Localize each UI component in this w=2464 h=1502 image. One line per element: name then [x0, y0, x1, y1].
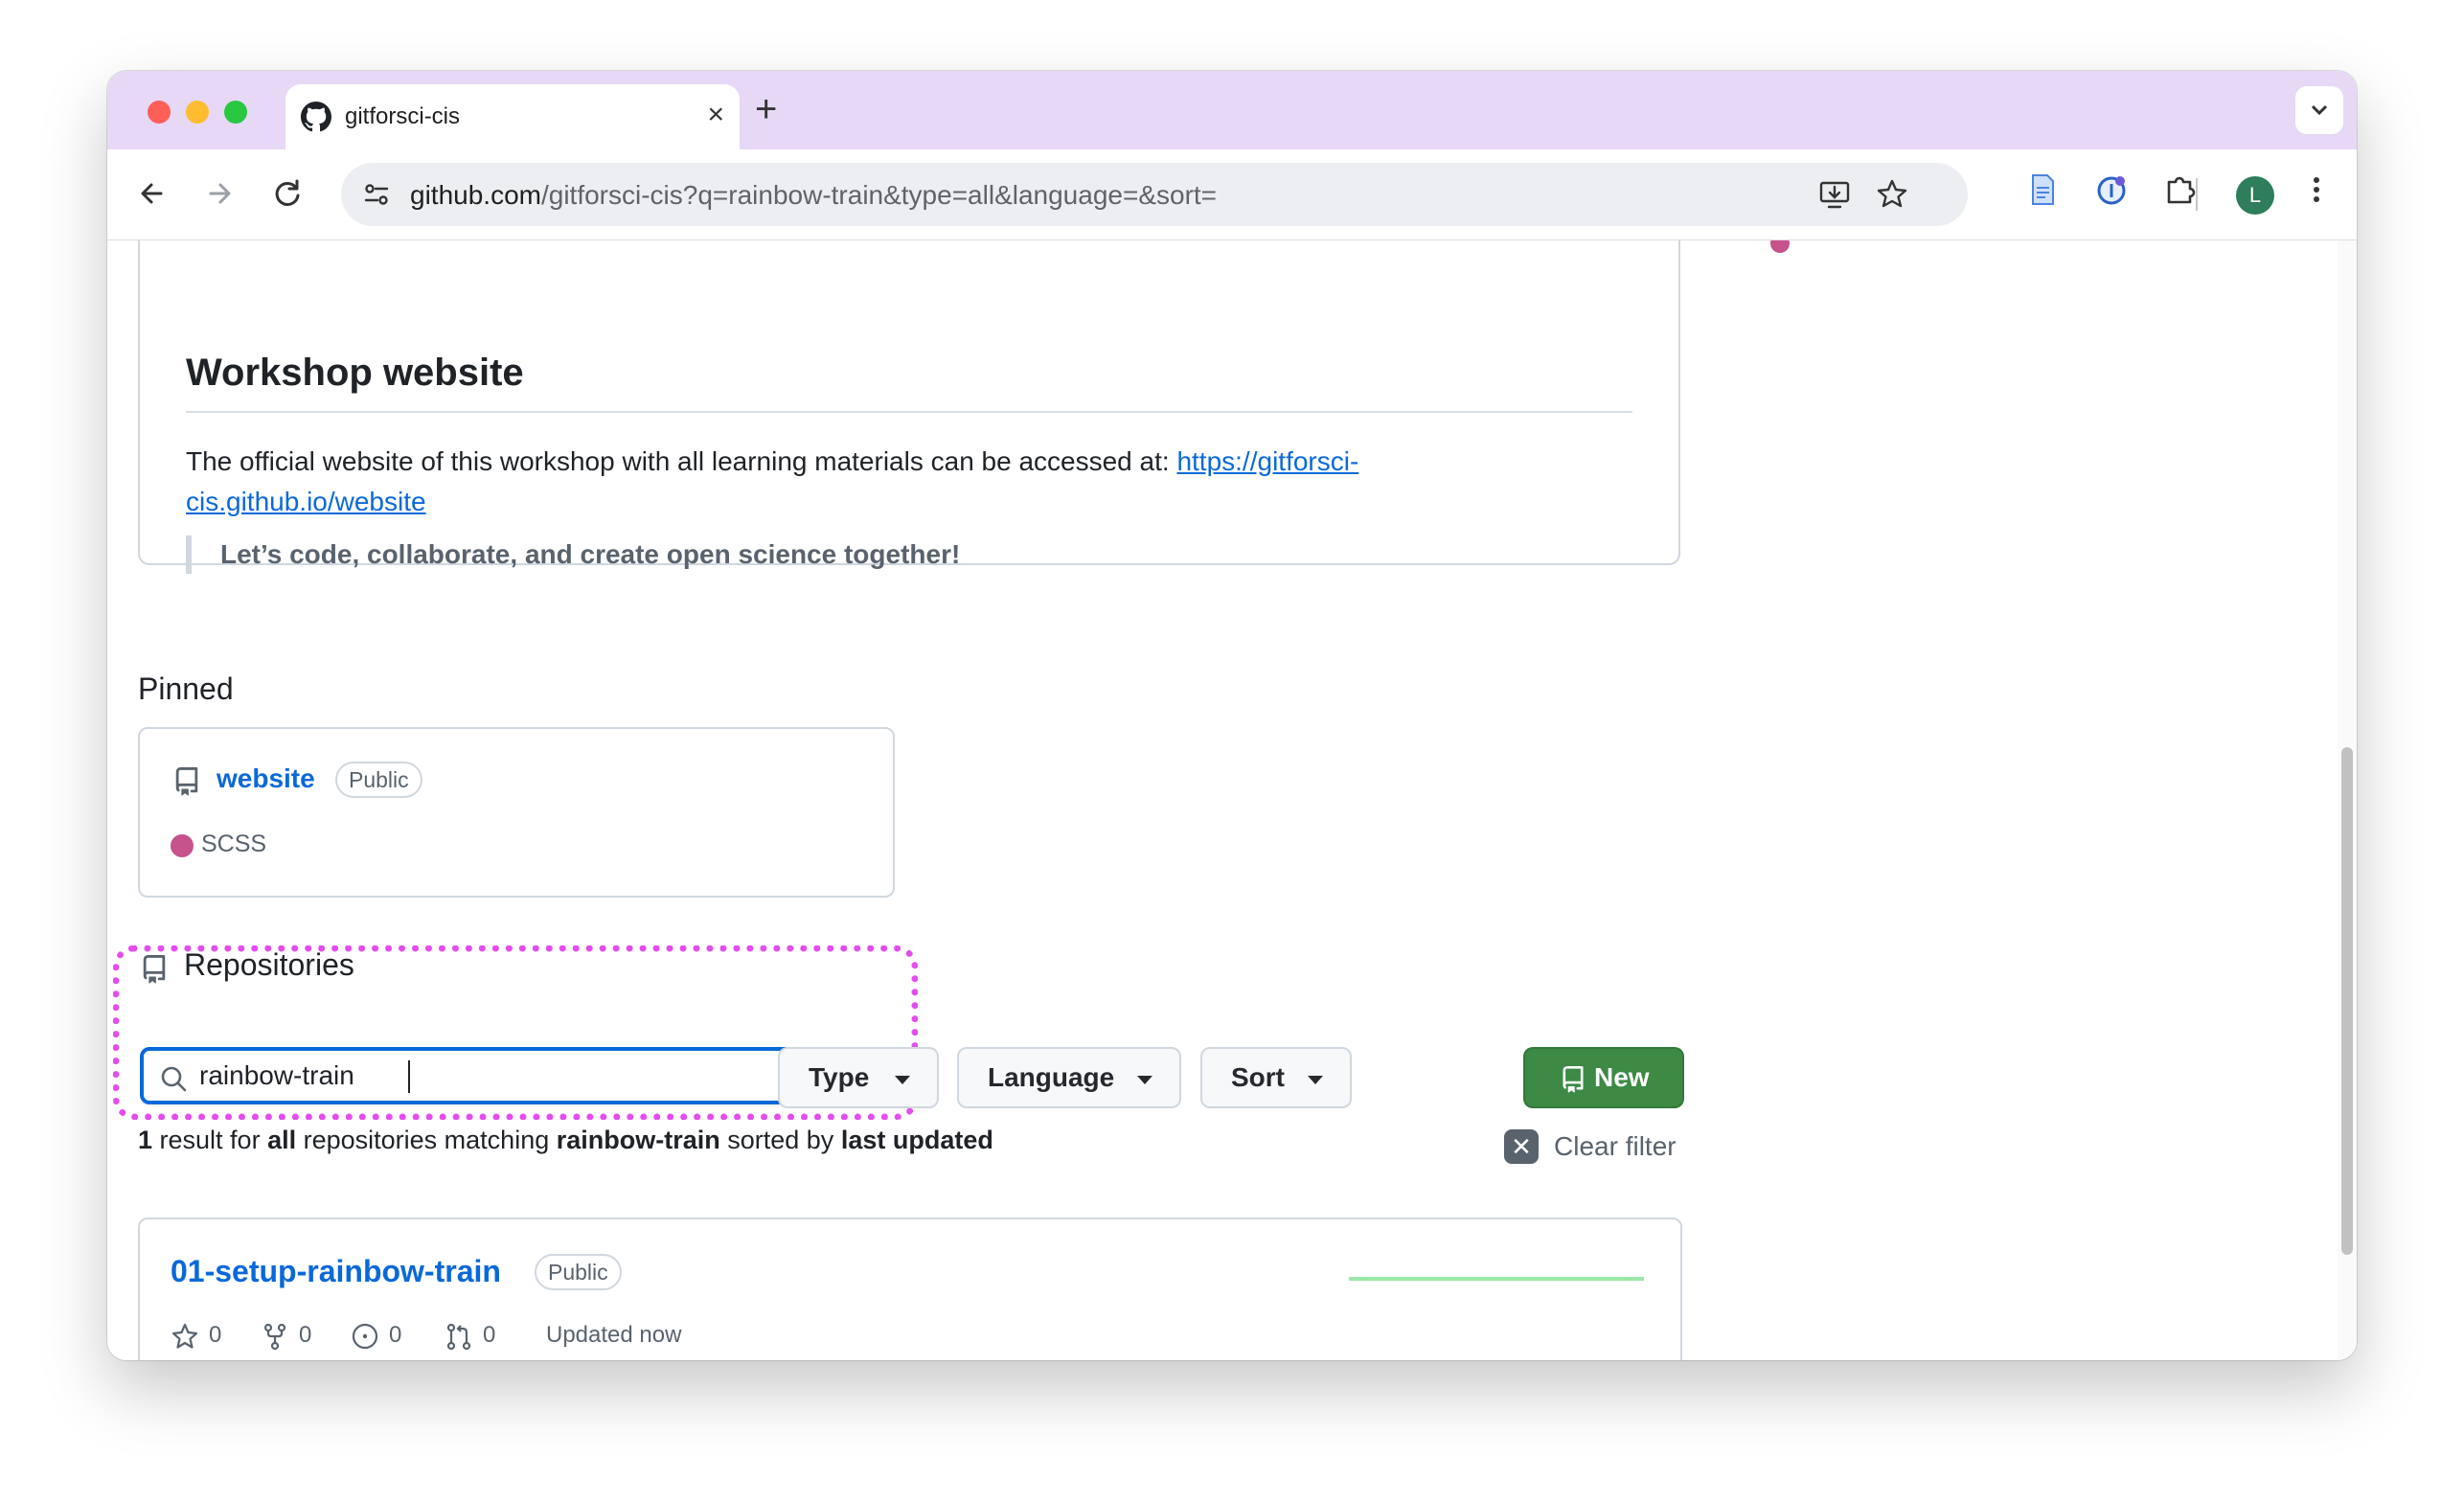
repo-icon [175, 767, 198, 796]
scrollbar-thumb[interactable] [2341, 747, 2353, 1255]
repo-icon [1563, 1066, 1584, 1093]
result-type: all [267, 1126, 297, 1154]
more-menu-icon[interactable] [2297, 171, 2336, 209]
visibility-badge: Public [535, 1254, 622, 1290]
language-filter-label: Language [988, 1062, 1115, 1092]
clear-filter-label: Clear filter [1554, 1131, 1677, 1161]
new-repo-button[interactable]: New [1523, 1047, 1684, 1108]
browser-toolbar: github.com/gitforsci-cis?q=rainbow-train… [107, 149, 2357, 240]
url-host: github.com [410, 180, 541, 210]
forks-value: 0 [299, 1322, 312, 1348]
site-info-icon[interactable] [360, 178, 393, 211]
pull-request-icon [446, 1323, 471, 1350]
close-window-button[interactable] [148, 101, 171, 124]
language-label: SCSS [201, 831, 267, 857]
extensions-puzzle-icon[interactable] [2161, 171, 2200, 209]
docs-extension-icon[interactable] [2023, 171, 2062, 209]
readme-divider [186, 411, 1632, 413]
chevron-down-icon [2311, 104, 2328, 116]
pinned-repo-card: website Public SCSS [138, 727, 895, 898]
triangle-down-icon [1137, 1076, 1152, 1084]
fork-icon [263, 1323, 286, 1350]
result-text-3: sorted by [719, 1126, 841, 1154]
triangle-down-icon [1308, 1076, 1323, 1084]
profile-avatar[interactable]: L [2236, 176, 2274, 215]
updated-time: Updated now [546, 1322, 682, 1348]
github-icon [301, 102, 331, 132]
browser-window: gitforsci-cis × + github.com/gitforsci-c… [107, 71, 2357, 1360]
type-filter-button[interactable]: Type [778, 1047, 939, 1108]
triangle-down-icon [895, 1076, 910, 1084]
issues-count[interactable]: 0 [351, 1321, 401, 1351]
bookmark-star-icon[interactable] [1874, 176, 1910, 213]
tab-title: gitforsci-cis [345, 103, 461, 129]
type-filter-label: Type [809, 1062, 870, 1092]
sort-filter-label: Sort [1231, 1062, 1285, 1092]
sort-filter-button[interactable]: Sort [1200, 1047, 1352, 1108]
close-tab-icon[interactable]: × [707, 98, 724, 132]
issue-icon [352, 1323, 378, 1349]
tab-search-button[interactable] [2295, 86, 2343, 134]
toolbar-divider [2196, 178, 2198, 211]
close-icon: ✕ [1504, 1129, 1539, 1164]
visibility-badge: Public [335, 762, 422, 798]
url-text: github.com/gitforsci-cis?q=rainbow-train… [410, 180, 1217, 211]
stars-count[interactable]: 0 [171, 1321, 221, 1351]
result-text-2: repositories matching [296, 1126, 557, 1154]
pulls-count[interactable]: 0 [445, 1321, 495, 1351]
readme-paragraph: The official website of this workshop wi… [186, 442, 1489, 522]
repo-name-link[interactable]: 01-setup-rainbow-train [171, 1254, 501, 1289]
readme-paragraph-text: The official website of this workshop wi… [186, 446, 1177, 476]
language-dot [1770, 240, 1790, 253]
result-sort: last updated [840, 1126, 993, 1154]
star-icon [171, 1323, 198, 1349]
maximize-window-button[interactable] [224, 101, 247, 124]
address-bar[interactable]: github.com/gitforsci-cis?q=rainbow-train… [341, 163, 1968, 226]
reload-icon[interactable] [266, 172, 308, 215]
new-button-label: New [1594, 1062, 1650, 1092]
tab-strip: gitforsci-cis × + [107, 71, 2357, 149]
pinned-heading: Pinned [138, 671, 234, 706]
pulls-value: 0 [483, 1322, 496, 1348]
result-query: rainbow-train [556, 1126, 720, 1154]
back-icon[interactable] [132, 172, 174, 215]
pinned-repo-link[interactable]: website [217, 763, 315, 794]
language-color-dot [171, 834, 194, 857]
forward-icon[interactable] [199, 172, 241, 215]
forks-count[interactable]: 0 [261, 1321, 311, 1351]
new-tab-button[interactable]: + [755, 88, 777, 130]
language-filter-button[interactable]: Language [957, 1047, 1181, 1108]
browser-tab[interactable]: gitforsci-cis × [285, 84, 740, 149]
sidebar-truncated-language [1770, 240, 1790, 265]
readme-title: Workshop website [186, 352, 524, 394]
stars-value: 0 [209, 1322, 222, 1348]
minimize-window-button[interactable] [186, 101, 209, 124]
install-app-icon[interactable] [1816, 176, 1853, 213]
page-content: Workshop website The official website of… [107, 240, 2338, 1360]
search-result-summary: 1 result for all repositories matching r… [138, 1126, 993, 1155]
readme-blockquote: Let’s code, collaborate, and create open… [186, 535, 960, 574]
issues-value: 0 [389, 1322, 402, 1348]
result-count: 1 [138, 1126, 153, 1154]
activity-sparkline [1349, 1277, 1644, 1281]
password-manager-extension-icon[interactable] [2092, 171, 2131, 209]
result-text-1: result for [152, 1126, 268, 1154]
repo-list-item: 01-setup-rainbow-train Public 0 0 0 0 Up… [138, 1218, 1682, 1360]
url-path: /gitforsci-cis?q=rainbow-train&type=all&… [540, 180, 1218, 210]
